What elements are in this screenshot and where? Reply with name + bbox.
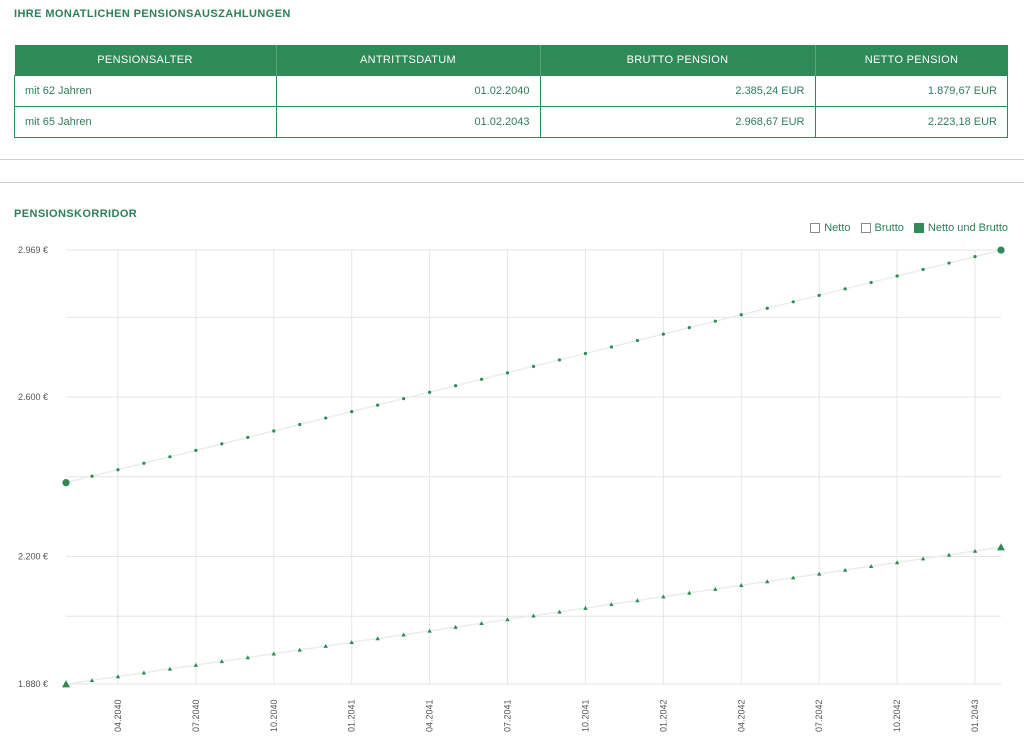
x-tick-label: 10.2040 <box>269 699 279 732</box>
brutto-point <box>869 280 873 285</box>
brutto-point <box>116 468 120 472</box>
brutto-point <box>765 306 769 310</box>
pension-age-cell: mit 65 Jahren <box>14 106 277 138</box>
brutto-point <box>997 246 1005 254</box>
y-tick-label: 2.969 € <box>18 245 48 255</box>
x-tick-label: 01.2041 <box>347 699 357 732</box>
brutto-point <box>246 435 250 440</box>
brutto-point <box>817 293 821 297</box>
x-tick-label: 07.2042 <box>814 699 824 732</box>
net-pension-cell: 2.223,18 EUR <box>814 106 1008 138</box>
pension-age-cell: mit 62 Jahren <box>14 75 277 107</box>
brutto-point <box>973 254 977 259</box>
brutto-point <box>324 416 328 420</box>
brutto-point <box>843 287 847 291</box>
legend-brutto[interactable]: Brutto <box>860 222 904 234</box>
gross-pension-cell: 2.385,24 EUR <box>539 75 816 107</box>
brutto-point <box>220 442 224 446</box>
brutto-point <box>298 422 302 427</box>
brutto-point <box>453 384 458 388</box>
netto-point <box>997 543 1005 551</box>
brutto-point <box>921 267 925 272</box>
brutto-point <box>947 261 951 265</box>
x-tick-label: 01.2043 <box>970 699 980 732</box>
x-tick-label: 01.2042 <box>658 699 668 732</box>
legend-label: Brutto <box>874 222 904 234</box>
brutto-point <box>194 448 198 452</box>
gross-pension-cell: 2.968,67 EUR <box>539 106 816 138</box>
y-tick-label: 1.880 € <box>18 679 48 689</box>
brutto-point <box>739 313 743 317</box>
brutto-point <box>661 332 665 336</box>
brutto-point <box>895 274 899 278</box>
brutto-point <box>62 479 70 487</box>
x-tick-label: 04.2042 <box>736 699 746 732</box>
brutto-point <box>402 397 406 401</box>
payouts-table: PENSIONSALTER ANTRITTSDATUM BRUTTO PENSI… <box>14 45 1008 138</box>
column-header: PENSIONSALTER <box>14 45 277 76</box>
brutto-point <box>90 474 94 478</box>
table-row: mit 65 Jahren 01.02.2043 2.968,67 EUR 2.… <box>14 106 1008 138</box>
table-row: mit 62 Jahren 01.02.2040 2.385,24 EUR 1.… <box>14 75 1008 107</box>
legend-label: Netto <box>824 222 851 234</box>
y-tick-label: 2.600 € <box>18 392 48 402</box>
x-tick-label: 04.2040 <box>113 699 123 732</box>
brutto-point <box>791 300 795 304</box>
x-tick-label: 07.2041 <box>503 699 513 732</box>
brutto-point <box>168 455 172 459</box>
column-header: BRUTTO PENSION <box>540 45 816 76</box>
column-header: ANTRITTSDATUM <box>276 45 541 76</box>
payouts-title: IHRE MONATLICHEN PENSIONSAUSZAHLUNGEN <box>14 8 291 20</box>
brutto-point <box>428 390 432 394</box>
brutto-point <box>531 364 536 368</box>
checkbox-checked-icon <box>913 223 924 233</box>
brutto-point <box>350 410 354 414</box>
brutto-point <box>142 461 146 465</box>
brutto-point <box>376 403 380 407</box>
legend-netto[interactable]: Netto <box>810 222 851 234</box>
x-tick-label: 07.2040 <box>191 699 201 732</box>
legend-netto-und-brutto[interactable]: Netto und Brutto <box>913 222 1008 234</box>
brutto-point <box>609 345 614 349</box>
brutto-point <box>557 358 562 362</box>
chart-legend: Netto Brutto Netto und Brutto <box>810 222 1008 234</box>
checkbox-icon <box>860 223 871 233</box>
column-header: NETTO PENSION <box>815 45 1008 76</box>
x-tick-label: 10.2042 <box>892 699 902 732</box>
x-tick-label: 04.2041 <box>425 699 435 732</box>
start-date-cell: 01.02.2040 <box>275 75 541 107</box>
brutto-point <box>272 429 276 433</box>
brutto-point <box>713 319 717 323</box>
corridor-title: PENSIONSKORRIDOR <box>14 208 138 220</box>
brutto-point <box>505 371 510 375</box>
pension-corridor-chart: 04.2040 07.2040 10.2040 01.2041 04.2041 07.20… <box>18 245 1005 732</box>
brutto-point <box>635 338 639 343</box>
brutto-point <box>583 351 588 356</box>
divider <box>0 159 1024 160</box>
legend-label: Netto und Brutto <box>927 222 1008 234</box>
x-tick-label: 10.2041 <box>580 699 590 732</box>
y-tick-label: 2.200 € <box>18 551 48 561</box>
start-date-cell: 01.02.2043 <box>275 106 541 138</box>
brutto-point <box>479 377 484 381</box>
net-pension-cell: 1.879,67 EUR <box>814 75 1008 107</box>
table-header-row: PENSIONSALTER ANTRITTSDATUM BRUTTO PENSI… <box>14 45 1008 76</box>
checkbox-icon <box>810 223 821 233</box>
brutto-point <box>687 326 691 330</box>
divider <box>0 182 1024 183</box>
